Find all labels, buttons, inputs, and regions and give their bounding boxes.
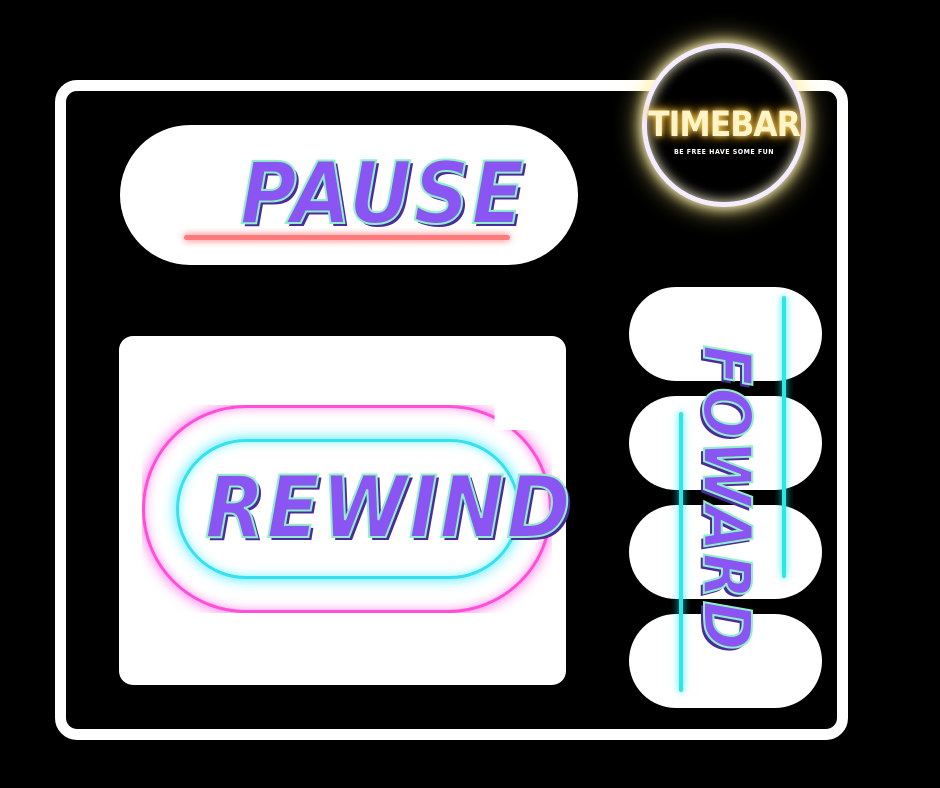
timebar-logo: TIMEBAR BE FREE HAVE SOME FUN — [642, 43, 806, 207]
forward-label: FOWARD — [687, 344, 766, 653]
pause-label: PAUSE — [239, 144, 527, 244]
rewind-label: REWIND — [204, 458, 573, 558]
forward-neon-line-right — [782, 296, 786, 578]
pause-underline — [184, 235, 510, 240]
logo-title: TIMEBAR — [648, 105, 801, 145]
logo-tagline: BE FREE HAVE SOME FUN — [673, 148, 775, 156]
